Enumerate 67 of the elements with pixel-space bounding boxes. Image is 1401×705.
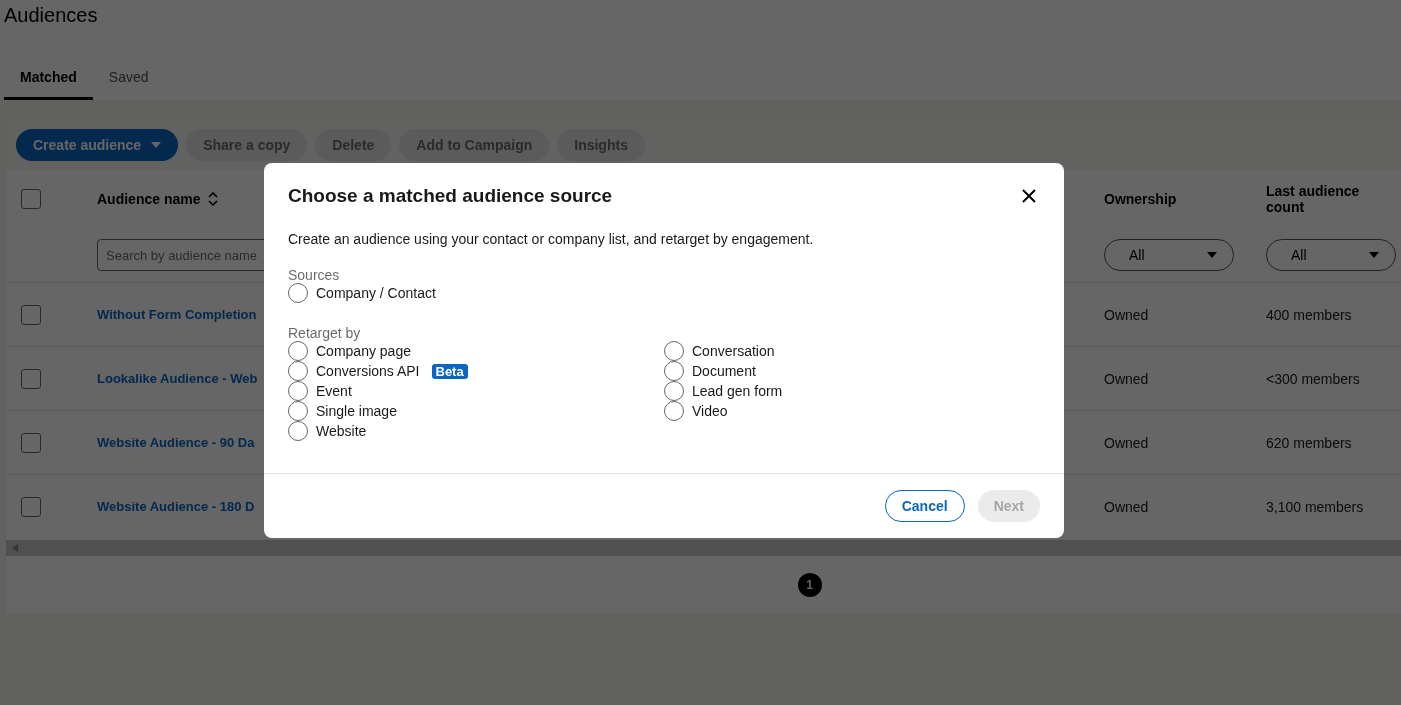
radio-option[interactable]: Conversation (664, 341, 1040, 361)
page-button[interactable]: 1 (797, 573, 822, 597)
option-label: Document (692, 363, 756, 379)
radio-button[interactable] (288, 381, 308, 401)
radio-option[interactable]: Website (288, 421, 664, 441)
option-label: Event (316, 383, 352, 399)
radio-option[interactable]: Video (664, 401, 1040, 421)
option-label: Conversation (692, 343, 775, 359)
table-cell: 400 members (1266, 306, 1352, 323)
radio-button[interactable] (288, 361, 308, 381)
option-label: Company page (316, 343, 411, 359)
caret-icon (151, 142, 162, 148)
radio-button[interactable] (288, 283, 308, 303)
caret-icon (1207, 252, 1217, 258)
radio-option[interactable]: Company page (288, 341, 664, 361)
column-header: Audience name (97, 191, 201, 207)
tab[interactable]: Saved (92, 59, 165, 100)
checkbox[interactable] (21, 368, 41, 389)
radio-button[interactable] (288, 341, 308, 361)
audience-link[interactable]: Lookalike Audience - Web (97, 371, 258, 386)
scrollbar[interactable] (6, 540, 1401, 556)
cancel-button[interactable]: Cancel (884, 490, 965, 522)
beta-badge: Beta (431, 363, 468, 379)
tab[interactable]: Matched (4, 59, 93, 100)
column-header: Last audience count (1266, 183, 1361, 215)
filter-dropdown[interactable]: All (1104, 239, 1234, 271)
table-cell: <300 members (1266, 370, 1360, 387)
radio-option[interactable]: Document (664, 361, 1040, 381)
radio-button[interactable] (664, 341, 684, 361)
radio-option[interactable]: Single image (288, 401, 664, 421)
checkbox[interactable] (21, 432, 41, 453)
filter-dropdown[interactable]: All (1266, 239, 1396, 271)
page-title: Audiences (4, 4, 99, 27)
radio-button[interactable] (288, 401, 308, 421)
audience-link[interactable]: Website Audience - 180 D (97, 499, 255, 514)
radio-button[interactable] (664, 401, 684, 421)
group-label: Retarget by (288, 325, 362, 341)
radio-button[interactable] (664, 361, 684, 381)
checkbox[interactable] (21, 304, 41, 325)
table-cell: Owned (1104, 370, 1149, 387)
option-label: Company / Contact (316, 285, 436, 301)
audience-link[interactable]: Without Form Completion (97, 307, 257, 322)
option-label: Website (316, 423, 367, 439)
option-label: Conversions API (316, 363, 420, 379)
checkbox[interactable] (21, 496, 41, 517)
table-cell: 3,100 members (1266, 498, 1364, 515)
radio-option[interactable]: Lead gen form (664, 381, 1040, 401)
close-icon (1022, 189, 1036, 203)
checkbox[interactable] (21, 189, 41, 209)
radio-button[interactable] (288, 421, 308, 441)
table-cell: Owned (1104, 498, 1149, 515)
radio-option[interactable]: Conversions API Beta (288, 361, 664, 381)
dialog-title: Choose a matched audience source (288, 185, 613, 207)
option-label: Single image (316, 403, 397, 419)
table-cell: Owned (1104, 306, 1149, 323)
column-header: Ownership (1104, 191, 1177, 207)
sort-icon[interactable] (208, 192, 219, 206)
radio-option[interactable]: Company / Contact (288, 283, 664, 303)
audience-link[interactable]: Website Audience - 90 Da (97, 435, 255, 450)
radio-option[interactable]: Event (288, 381, 664, 401)
radio-button[interactable] (664, 381, 684, 401)
caret-icon (1369, 252, 1379, 258)
option-label: Lead gen form (692, 383, 783, 399)
table-cell: Owned (1104, 434, 1149, 451)
table-cell: 620 members (1266, 434, 1352, 451)
create-button[interactable]: Create audience (16, 129, 179, 161)
option-label: Video (692, 403, 728, 419)
